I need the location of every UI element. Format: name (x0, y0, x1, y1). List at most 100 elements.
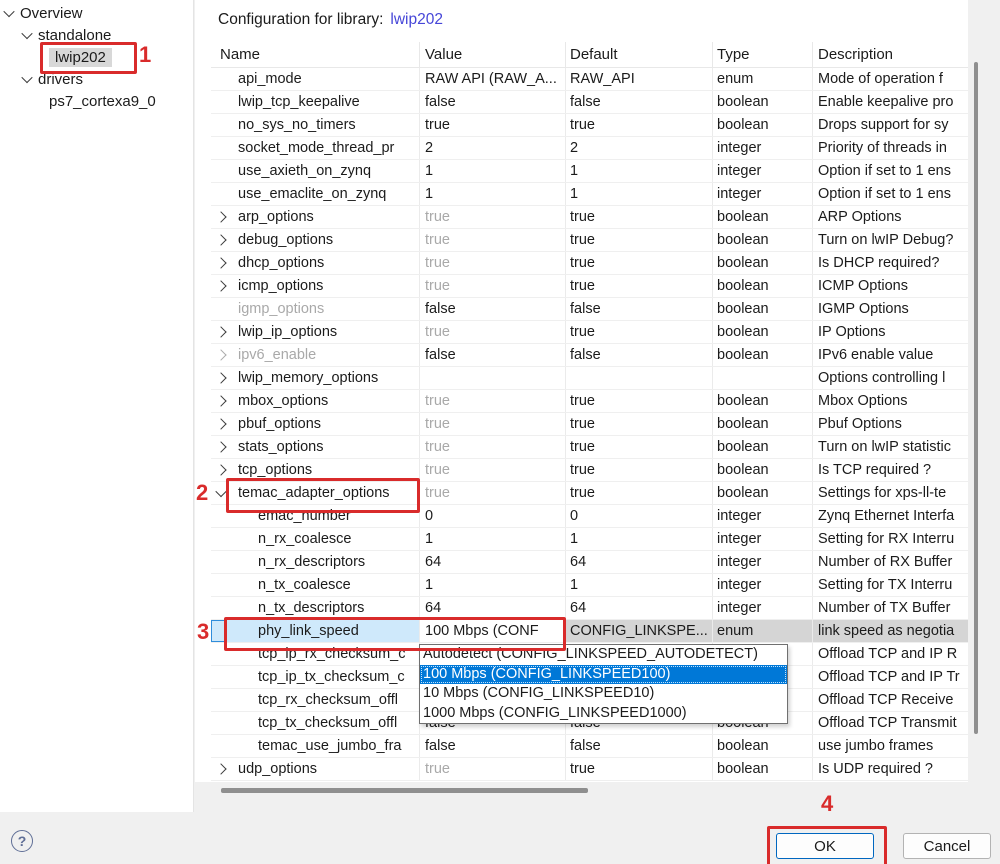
type-cell: enum (713, 620, 813, 642)
chevron-down-icon[interactable] (21, 28, 32, 39)
default-cell: false (566, 344, 713, 366)
cell-text: lwip_tcp_keepalive (238, 94, 360, 110)
table-row-igmp_options[interactable]: igmp_optionsfalsefalsebooleanIGMP Option… (211, 298, 968, 321)
dropdown-option[interactable]: 100 Mbps (CONFIG_LINKSPEED100) (420, 665, 787, 685)
table-row-lwip_tcp_keepalive[interactable]: lwip_tcp_keepalivefalsefalsebooleanEnabl… (211, 91, 968, 114)
row-gutter (211, 482, 227, 504)
table-row-ipv6_enable[interactable]: ipv6_enablefalsefalsebooleanIPv6 enable … (211, 344, 968, 367)
cell-text: true (570, 324, 595, 340)
help-button[interactable]: ? (11, 830, 33, 852)
chevron-right-icon[interactable] (215, 326, 226, 337)
default-cell: true (566, 436, 713, 458)
default-cell: true (566, 413, 713, 435)
table-row-stats_options[interactable]: stats_optionstruetruebooleanTurn on lwIP… (211, 436, 968, 459)
description-cell: link speed as negotia (813, 620, 968, 642)
description-cell: Number of TX Buffer (813, 597, 968, 619)
horizontal-scrollbar[interactable] (221, 788, 588, 793)
description-cell: Mode of operation f (813, 68, 968, 90)
cell-text: Zynq Ethernet Interfa (818, 508, 954, 524)
table-row-api_mode[interactable]: api_modeRAW API (RAW_A...RAW_APIenumMode… (211, 68, 968, 91)
row-gutter (211, 597, 227, 619)
chevron-right-icon[interactable] (215, 464, 226, 475)
name-cell: lwip_tcp_keepalive (227, 91, 420, 113)
tree-item-Overview[interactable]: Overview (0, 2, 193, 24)
chevron-right-icon[interactable] (215, 280, 226, 291)
chevron-down-icon[interactable] (215, 486, 226, 497)
name-cell: dhcp_options (227, 252, 420, 274)
description-cell: Settings for xps-ll-te (813, 482, 968, 504)
table-row-udp_options[interactable]: udp_optionstruetruebooleanIs UDP require… (211, 758, 968, 781)
table-row-lwip_ip_options[interactable]: lwip_ip_optionstruetruebooleanIP Options (211, 321, 968, 344)
chevron-right-icon[interactable] (215, 234, 226, 245)
table-row-lwip_memory_options[interactable]: lwip_memory_optionsOptions controlling l (211, 367, 968, 390)
chevron-right-icon[interactable] (215, 372, 226, 383)
cell-text: Settings for xps-ll-te (818, 485, 946, 501)
table-row-use_emaclite_on_zynq[interactable]: use_emaclite_on_zynq11integerOption if s… (211, 183, 968, 206)
cell-text: igmp_options (238, 301, 324, 317)
type-cell: integer (713, 551, 813, 573)
table-row-n_rx_descriptors[interactable]: n_rx_descriptors6464integerNumber of RX … (211, 551, 968, 574)
cell-text: Setting for RX Interru (818, 531, 954, 547)
chevron-right-icon[interactable] (215, 211, 226, 222)
default-cell: false (566, 298, 713, 320)
chevron-right-icon[interactable] (215, 441, 226, 452)
default-cell: true (566, 321, 713, 343)
table-row-use_axieth_on_zynq[interactable]: use_axieth_on_zynq11integerOption if set… (211, 160, 968, 183)
cancel-button[interactable]: Cancel (903, 833, 991, 859)
type-cell: boolean (713, 91, 813, 113)
cell-text: dhcp_options (238, 255, 324, 271)
cell-text: Enable keepalive pro (818, 94, 953, 110)
chevron-right-icon[interactable] (215, 257, 226, 268)
table-row-arp_options[interactable]: arp_optionstruetruebooleanARP Options (211, 206, 968, 229)
dropdown-option[interactable]: 10 Mbps (CONFIG_LINKSPEED10) (420, 684, 787, 704)
table-row-debug_options[interactable]: debug_optionstruetruebooleanTurn on lwIP… (211, 229, 968, 252)
table-row-dhcp_options[interactable]: dhcp_optionstruetruebooleanIs DHCP requi… (211, 252, 968, 275)
phy-link-speed-dropdown: Autodetect (CONFIG_LINKSPEED_AUTODETECT)… (419, 644, 788, 724)
table-row-mbox_options[interactable]: mbox_optionstruetruebooleanMbox Options (211, 390, 968, 413)
chevron-right-icon[interactable] (215, 395, 226, 406)
default-cell: true (566, 390, 713, 412)
type-cell: boolean (713, 758, 813, 780)
library-link[interactable]: lwip202 (390, 11, 443, 28)
chevron-down-icon[interactable] (3, 6, 14, 17)
config-header-label: Configuration for library: (218, 11, 383, 28)
chevron-down-icon[interactable] (21, 72, 32, 83)
table-row-icmp_options[interactable]: icmp_optionstruetruebooleanICMP Options (211, 275, 968, 298)
cell-text: integer (717, 163, 761, 179)
row-gutter (211, 712, 227, 734)
chevron-right-icon[interactable] (215, 418, 226, 429)
type-cell: integer (713, 183, 813, 205)
table-row-n_rx_coalesce[interactable]: n_rx_coalesce11integerSetting for RX Int… (211, 528, 968, 551)
chevron-right-icon[interactable] (215, 349, 226, 360)
table-row-no_sys_no_timers[interactable]: no_sys_no_timerstruetruebooleanDrops sup… (211, 114, 968, 137)
table-row-n_tx_coalesce[interactable]: n_tx_coalesce11integerSetting for TX Int… (211, 574, 968, 597)
type-cell (713, 367, 813, 389)
value-cell: true (420, 321, 566, 343)
annotation-number-1: 1 (139, 42, 151, 68)
value-cell: false (420, 344, 566, 366)
tree-item-ps7_cortexa9_0[interactable]: ps7_cortexa9_0 (0, 90, 193, 112)
value-cell: 0 (420, 505, 566, 527)
value-cell: 64 (420, 597, 566, 619)
row-gutter (211, 91, 227, 113)
row-gutter (211, 528, 227, 550)
row-gutter (211, 574, 227, 596)
cell-text: IGMP Options (818, 301, 909, 317)
table-row-temac_use_jumbo_fra[interactable]: temac_use_jumbo_frafalsefalsebooleanuse … (211, 735, 968, 758)
row-gutter (211, 413, 227, 435)
type-cell: boolean (713, 275, 813, 297)
row-gutter (211, 436, 227, 458)
cell-text: udp_options (238, 761, 317, 777)
chevron-right-icon[interactable] (215, 763, 226, 774)
vertical-scrollbar[interactable] (974, 62, 978, 734)
cell-text: Offload TCP Receive (818, 692, 953, 708)
row-gutter (211, 68, 227, 90)
cell-text: true (570, 761, 595, 777)
dropdown-option[interactable]: 1000 Mbps (CONFIG_LINKSPEED1000) (420, 704, 787, 724)
cell-text: integer (717, 140, 761, 156)
table-row-socket_mode_thread_pr[interactable]: socket_mode_thread_pr22integerPriority o… (211, 137, 968, 160)
name-cell: use_axieth_on_zynq (227, 160, 420, 182)
table-row-pbuf_options[interactable]: pbuf_optionstruetruebooleanPbuf Options (211, 413, 968, 436)
cell-text: 1 (570, 577, 578, 593)
row-gutter (211, 689, 227, 711)
